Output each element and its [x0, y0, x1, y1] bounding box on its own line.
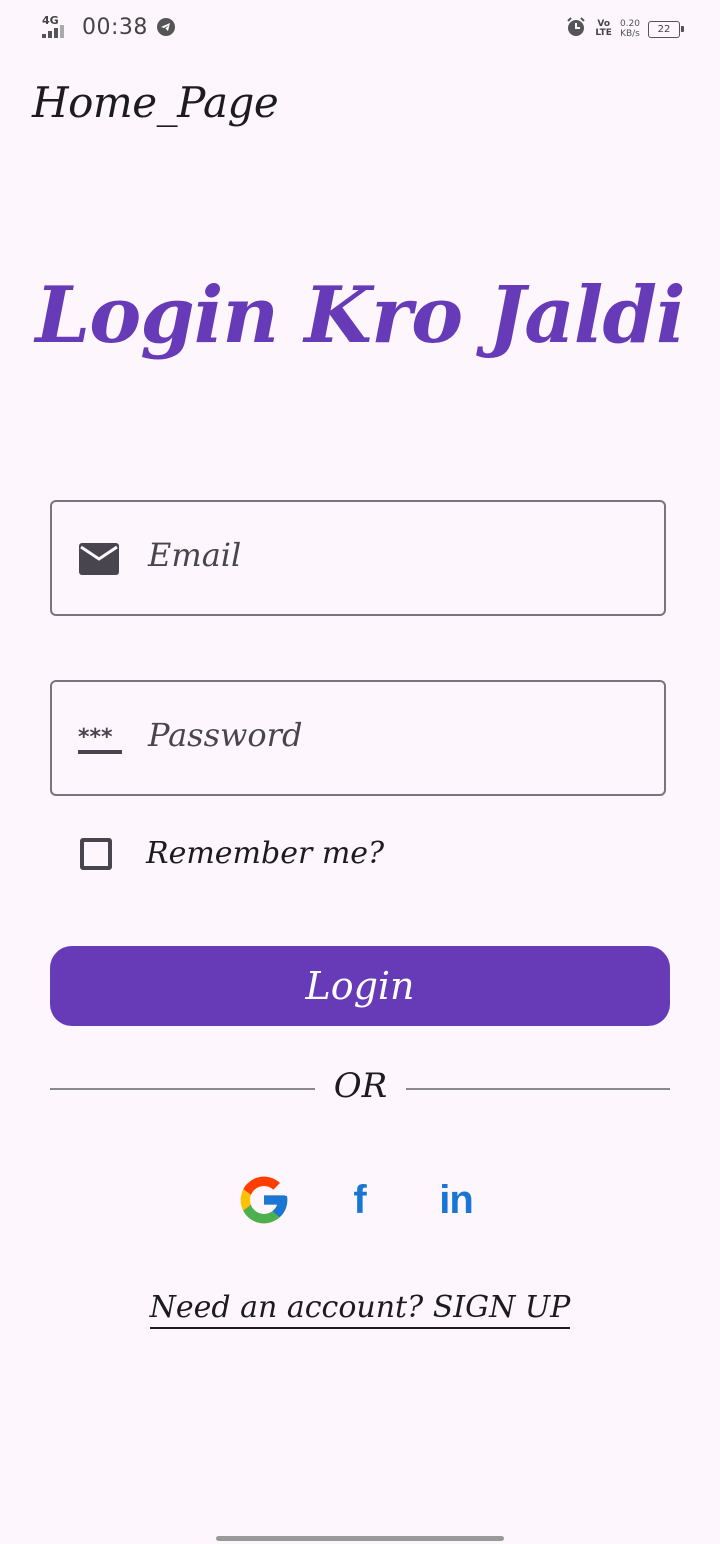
clock: 00:38 — [82, 14, 148, 40]
telegram-icon — [156, 17, 176, 37]
mail-icon — [78, 542, 120, 580]
facebook-icon[interactable]: f — [330, 1170, 390, 1230]
status-bar: 4G 00:38 Vo LTE 0.20 KB/s 22 — [0, 0, 720, 56]
email-field[interactable]: Email — [50, 500, 666, 616]
network-speed: 0.20 KB/s — [619, 19, 640, 39]
password-placeholder: Password — [148, 716, 303, 754]
page-title: Home_Page — [32, 78, 279, 127]
svg-text:***: *** — [78, 725, 113, 750]
or-text: OR — [333, 1066, 388, 1106]
linkedin-icon[interactable]: in — [426, 1170, 486, 1230]
remember-checkbox[interactable] — [80, 838, 112, 870]
volte-indicator: Vo LTE — [595, 19, 612, 38]
alarm-icon — [565, 16, 587, 42]
battery-icon: 22 — [648, 20, 684, 38]
password-icon: *** — [78, 722, 122, 760]
status-left: 4G 00:38 — [40, 14, 176, 40]
divider-line-right — [406, 1088, 670, 1090]
social-login-row: f in — [0, 1170, 720, 1230]
remember-me[interactable]: Remember me? — [80, 836, 384, 871]
password-field[interactable]: *** Password — [50, 680, 666, 796]
or-divider: OR — [50, 1066, 670, 1110]
remember-label: Remember me? — [146, 836, 385, 871]
home-indicator[interactable] — [216, 1536, 504, 1541]
battery-level: 22 — [657, 23, 671, 35]
login-button[interactable]: Login — [50, 946, 670, 1026]
hero-title: Login Kro Jaldi — [35, 270, 685, 361]
email-placeholder: Email — [148, 536, 242, 574]
signup-text[interactable]: Need an account? SIGN UP — [149, 1290, 571, 1329]
signup-link[interactable]: Need an account? SIGN UP — [0, 1290, 720, 1329]
signal-icon: 4G — [40, 14, 74, 40]
status-right: Vo LTE 0.20 KB/s 22 — [565, 16, 684, 42]
google-icon[interactable] — [234, 1170, 294, 1230]
divider-line-left — [50, 1088, 315, 1090]
